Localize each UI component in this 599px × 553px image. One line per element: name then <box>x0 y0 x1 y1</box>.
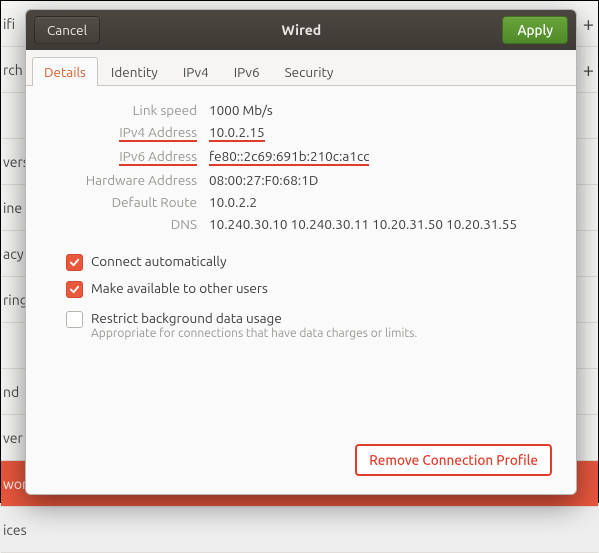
connect-automatically-checkbox[interactable] <box>66 254 83 271</box>
connect-automatically-label: Connect automatically <box>91 253 226 269</box>
metered-sublabel: Appropriate for connections that have da… <box>91 327 417 340</box>
tab-identity[interactable]: Identity <box>99 57 170 86</box>
tab-security[interactable]: Security <box>273 57 346 86</box>
metered-checkbox[interactable] <box>66 311 83 328</box>
metered-row[interactable]: Restrict background data usage Appropria… <box>46 310 556 340</box>
share-checkbox[interactable] <box>66 281 83 298</box>
ipv6-value: fe80::2c69:691b:210c:a1cc <box>209 148 556 166</box>
hw-label: Hardware Address <box>52 172 197 188</box>
ipv6-label: IPv6 Address <box>52 148 197 166</box>
hw-value: 08:00:27:F0:68:1D <box>209 172 556 188</box>
route-label: Default Route <box>52 194 197 210</box>
tab-details[interactable]: Details <box>32 57 98 86</box>
dns-label: DNS <box>52 216 197 232</box>
dialog-title: Wired <box>100 22 502 38</box>
ipv4-value: 10.0.2.15 <box>209 124 556 142</box>
tab-bar: DetailsIdentityIPv4IPv6Security <box>26 50 576 86</box>
tab-ipv6[interactable]: IPv6 <box>222 57 272 86</box>
apply-button[interactable]: Apply <box>502 16 568 44</box>
plus-icon[interactable]: + <box>583 58 594 81</box>
connect-automatically-row[interactable]: Connect automatically <box>46 253 556 270</box>
ipv4-label: IPv4 Address <box>52 124 197 142</box>
share-row[interactable]: Make available to other users <box>46 280 556 297</box>
cancel-button[interactable]: Cancel <box>34 16 100 44</box>
remove-profile-button[interactable]: Remove Connection Profile <box>355 444 552 476</box>
titlebar: Cancel Wired Apply <box>26 10 576 50</box>
details-pane: Link speed 1000 Mb/s IPv4 Address 10.0.2… <box>26 86 576 494</box>
dialog-footer: Remove Connection Profile <box>46 438 556 484</box>
metered-label: Restrict background data usage <box>91 310 417 326</box>
wired-settings-dialog: Cancel Wired Apply DetailsIdentityIPv4IP… <box>25 9 577 495</box>
tab-ipv4[interactable]: IPv4 <box>171 57 221 86</box>
dns-value: 10.240.30.10 10.240.30.11 10.20.31.50 10… <box>209 216 556 232</box>
plus-icon[interactable]: + <box>583 12 594 35</box>
details-grid: Link speed 1000 Mb/s IPv4 Address 10.0.2… <box>52 102 556 232</box>
share-label: Make available to other users <box>91 280 268 296</box>
link-speed-value: 1000 Mb/s <box>209 102 556 118</box>
sidebar-item[interactable]: ices <box>1 507 598 553</box>
link-speed-label: Link speed <box>52 102 197 118</box>
route-value: 10.0.2.2 <box>209 194 556 210</box>
